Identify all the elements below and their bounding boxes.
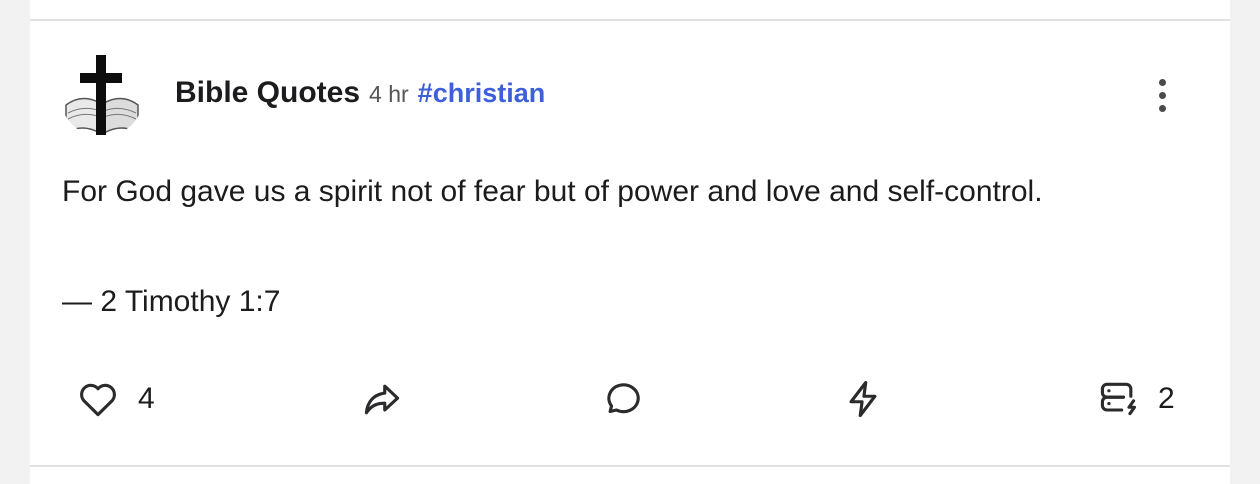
comment-button[interactable]	[600, 377, 644, 421]
post-header: Bible Quotes 4 hr #christian	[175, 76, 545, 116]
relays-count: 2	[1158, 382, 1175, 415]
like-count: 4	[138, 382, 155, 415]
previous-post-card	[30, 0, 1230, 21]
comment-bubble-icon	[607, 383, 640, 414]
post-reference: — 2 Timothy 1:7	[62, 285, 281, 318]
author-name[interactable]: Bible Quotes	[175, 76, 360, 110]
hashtag-link[interactable]: #christian	[418, 78, 546, 109]
relays-button[interactable]: 2	[1096, 377, 1175, 421]
zap-button[interactable]	[841, 377, 885, 421]
cross-bible-icon	[60, 53, 144, 137]
lightning-icon	[849, 380, 877, 418]
server-lightning-icon	[1100, 382, 1137, 416]
heart-icon	[80, 383, 116, 417]
post-card: Bible Quotes 4 hr #christian For God gav…	[30, 21, 1230, 467]
menu-dot	[1158, 78, 1166, 86]
more-vertical-icon[interactable]	[1142, 73, 1182, 117]
menu-dot	[1158, 104, 1166, 112]
post-body: For God gave us a spirit not of fear but…	[62, 175, 1043, 208]
next-post-card	[30, 467, 1230, 484]
post-time: 4 hr	[369, 81, 409, 107]
share-arrow-icon	[364, 384, 400, 415]
like-button[interactable]: 4	[76, 377, 155, 421]
share-button[interactable]	[360, 377, 404, 421]
menu-dot	[1158, 91, 1166, 99]
avatar[interactable]	[60, 53, 144, 137]
